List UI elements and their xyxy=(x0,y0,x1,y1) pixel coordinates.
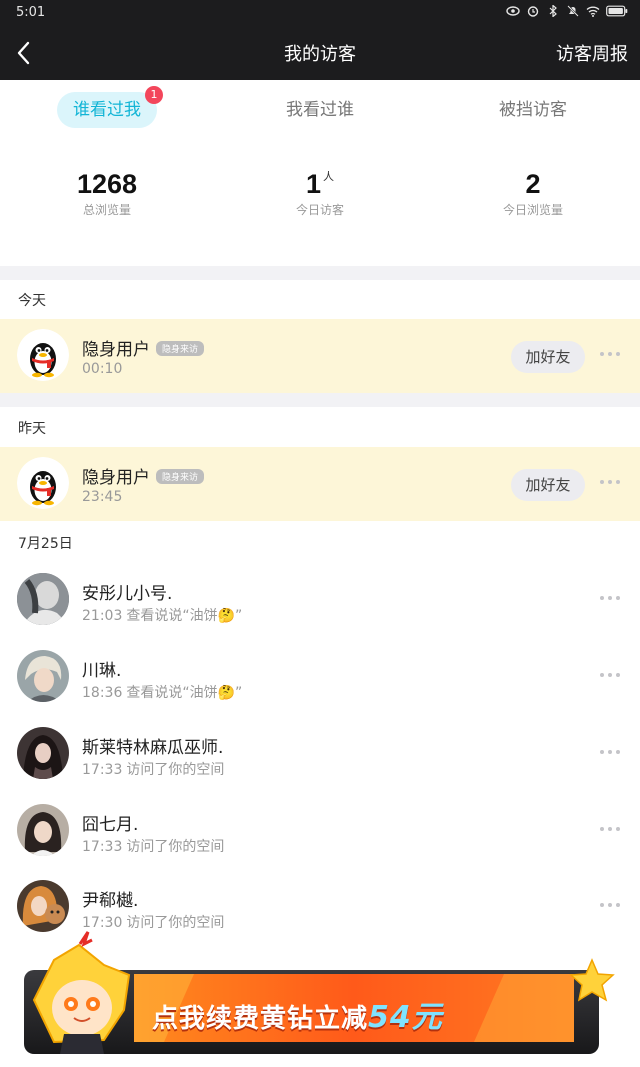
section-header-yesterday: 昨天 xyxy=(18,421,46,437)
stat-unit: 人 xyxy=(323,170,335,183)
visitor-row-hidden[interactable]: 隐身用户 隐身来访 23:45 加好友 xyxy=(0,447,640,521)
visit-time: 18:36 xyxy=(82,685,123,701)
stat-today-views: 2 今日浏览量 xyxy=(443,168,623,218)
section-header-today: 今天 xyxy=(18,293,46,309)
visit-time: 17:30 xyxy=(82,915,123,931)
visitor-name: 隐身用户 隐身来访 xyxy=(82,463,205,488)
visitor-name: 囧七月. xyxy=(82,815,139,835)
visit-time: 17:33 xyxy=(82,839,123,855)
visitor-stats: 1268 总浏览量 1人 今日访客 2 今日浏览量 xyxy=(0,168,640,238)
visit-action: 查看说说“油饼🤔” xyxy=(126,608,243,624)
visit-detail: 17:33 访问了你的空间 xyxy=(82,759,224,779)
banner-main-text: 点我续费黄钻立减 xyxy=(152,1004,369,1034)
visit-detail: 17:33 访问了你的空间 xyxy=(82,836,224,856)
divider xyxy=(0,393,640,407)
divider xyxy=(0,266,640,280)
visitor-name: 尹郗樾. xyxy=(82,891,139,911)
tab-who-i-viewed[interactable]: 我看过谁 xyxy=(260,92,380,128)
vip-renewal-banner[interactable]: 点我续费黄钻立减54元 xyxy=(24,930,619,1056)
visitor-name: 隐身用户 隐身来访 xyxy=(82,335,205,360)
battery-icon xyxy=(606,5,628,17)
more-options-icon[interactable] xyxy=(600,903,620,909)
user-avatar xyxy=(17,727,69,779)
user-avatar xyxy=(17,650,69,702)
hidden-visit-tag: 隐身来访 xyxy=(156,341,205,356)
user-avatar xyxy=(17,804,69,856)
stat-label: 今日访客 xyxy=(295,203,344,217)
user-avatar xyxy=(17,880,69,932)
stat-label: 今日浏览量 xyxy=(502,203,563,217)
visit-time: 00:10 xyxy=(82,361,123,377)
more-options-icon[interactable] xyxy=(600,673,620,679)
tab-label: 谁看过我 xyxy=(73,100,141,120)
user-avatar xyxy=(17,573,69,625)
stat-today-visitors: 1人 今日访客 xyxy=(230,168,410,218)
stat-value: 2 xyxy=(525,169,541,199)
notification-badge: 1 xyxy=(145,86,163,104)
more-options-icon[interactable] xyxy=(600,352,620,358)
visit-action: 访问了你的空间 xyxy=(126,839,225,855)
visitor-row-hidden[interactable]: 隐身用户 隐身来访 00:10 加好友 xyxy=(0,319,640,393)
stat-value: 1 xyxy=(305,169,322,199)
more-options-icon[interactable] xyxy=(600,596,620,602)
visitor-tabs: 谁看过我 1 我看过谁 被挡访客 xyxy=(0,80,640,140)
mute-icon xyxy=(567,5,579,17)
visitor-name: 川琳. xyxy=(82,661,122,681)
visitor-row[interactable]: 囧七月. 17:33 访问了你的空间 xyxy=(0,794,640,868)
stat-label: 总浏览量 xyxy=(82,203,131,217)
alarm-icon xyxy=(527,6,539,17)
visit-time: 23:45 xyxy=(82,489,123,505)
visit-time: 21:03 xyxy=(82,608,123,624)
visitor-row[interactable]: 斯莱特林麻瓜巫师. 17:33 访问了你的空间 xyxy=(0,717,640,791)
visit-detail: 17:30 访问了你的空间 xyxy=(82,912,224,932)
banner-text: 点我续费黄钻立减54元 xyxy=(152,992,443,1036)
tab-blocked-visitors[interactable]: 被挡访客 xyxy=(473,92,593,128)
hidden-visit-tag: 隐身来访 xyxy=(156,469,205,484)
visitor-name: 斯莱特林麻瓜巫师. xyxy=(82,738,224,758)
tab-label: 我看过谁 xyxy=(286,100,354,120)
section-header-date: 7月25日 xyxy=(18,536,73,552)
nav-bar: 我的访客 访客周报 xyxy=(0,26,640,80)
status-time: 5:01 xyxy=(16,5,46,20)
visit-time: 17:33 xyxy=(82,762,123,778)
wifi-icon xyxy=(586,6,600,17)
visitor-row[interactable]: 川琳. 18:36 查看说说“油饼🤔” xyxy=(0,640,640,714)
bluetooth-icon xyxy=(549,5,557,17)
tab-who-viewed-me[interactable]: 谁看过我 1 xyxy=(57,86,163,128)
qq-penguin-avatar xyxy=(17,329,69,381)
stat-value: 1268 xyxy=(76,169,138,199)
visitor-row[interactable]: 安彤儿小号. 21:03 查看说说“油饼🤔” xyxy=(0,563,640,637)
page-title: 我的访客 xyxy=(284,44,356,65)
more-options-icon[interactable] xyxy=(600,827,620,833)
banner-amount: 54元 xyxy=(368,1000,443,1035)
more-options-icon[interactable] xyxy=(600,480,620,486)
stat-total-views: 1268 总浏览量 xyxy=(17,168,197,218)
qq-penguin-avatar xyxy=(17,457,69,509)
visit-action: 访问了你的空间 xyxy=(126,915,225,931)
add-friend-button[interactable]: 加好友 xyxy=(511,341,585,373)
tab-label: 被挡访客 xyxy=(499,100,567,120)
visit-action: 查看说说“油饼🤔” xyxy=(126,685,243,701)
visit-detail: 21:03 查看说说“油饼🤔” xyxy=(82,605,242,625)
weekly-report-link[interactable]: 访客周报 xyxy=(556,40,628,66)
visit-action: 访问了你的空间 xyxy=(126,762,225,778)
visitor-name-text: 隐身用户 xyxy=(82,340,150,360)
visit-detail: 18:36 查看说说“油饼🤔” xyxy=(82,682,242,702)
visitor-name: 安彤儿小号. xyxy=(82,584,173,604)
status-bar: 5:01 xyxy=(0,0,640,26)
visitor-name-text: 隐身用户 xyxy=(82,468,150,488)
eye-icon xyxy=(506,6,520,16)
add-friend-button[interactable]: 加好友 xyxy=(511,469,585,501)
more-options-icon[interactable] xyxy=(600,750,620,756)
